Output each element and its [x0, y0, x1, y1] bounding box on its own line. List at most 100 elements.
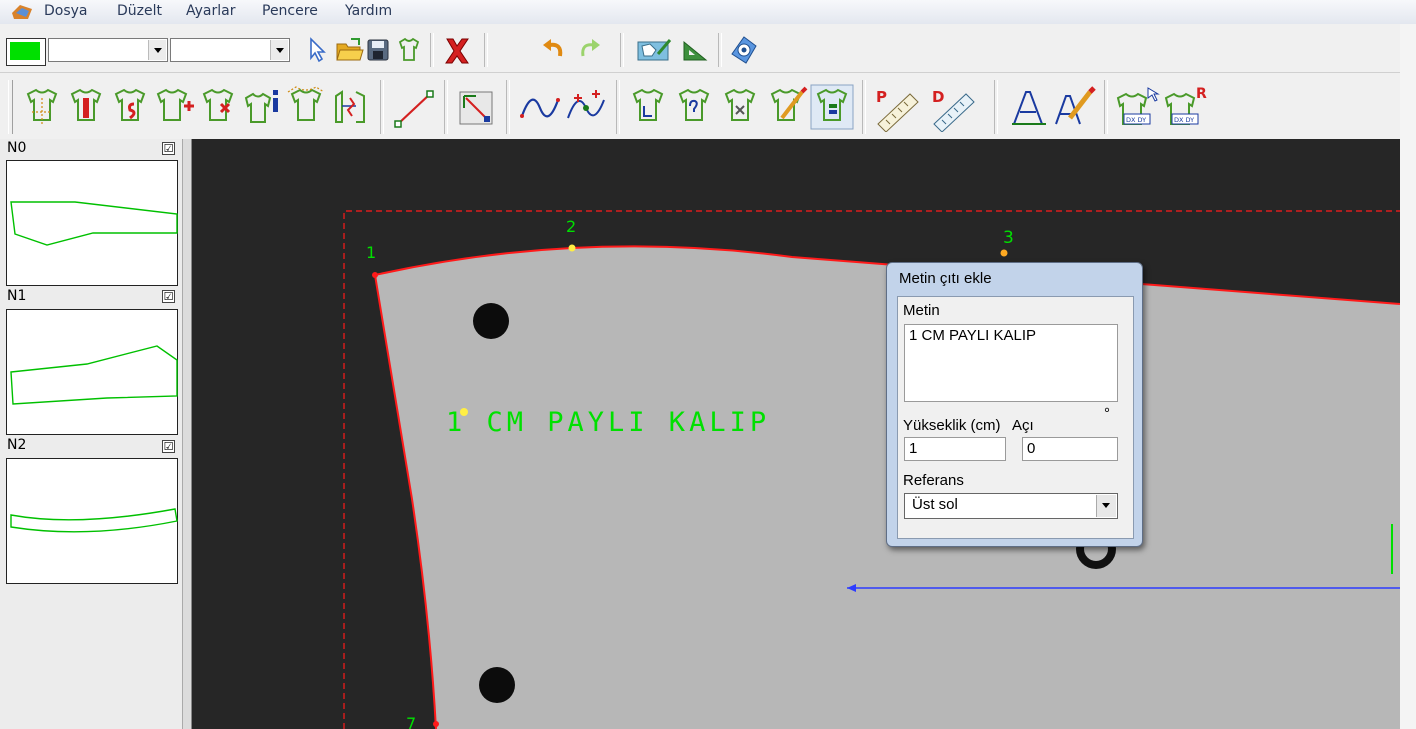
combo-box-1[interactable]: [48, 38, 168, 62]
piece-shape-n1: [10, 345, 178, 405]
piece-notch-icon[interactable]: [20, 84, 64, 130]
text-edit-icon[interactable]: [1052, 86, 1096, 130]
chevron-down-icon[interactable]: [148, 40, 166, 60]
node-checkbox-n0[interactable]: ☑: [162, 142, 175, 155]
vertex-marker: [433, 721, 439, 727]
save-disk-icon[interactable]: [365, 36, 391, 64]
piece-shape-n2: [10, 508, 178, 533]
garment-icon[interactable]: [395, 36, 423, 64]
toolbar-grip: [8, 80, 13, 134]
node-label-n0: N0: [7, 140, 27, 156]
vertex-marker: [372, 272, 378, 278]
toolbar-separator: [380, 80, 384, 134]
redo-icon[interactable]: [575, 36, 603, 64]
vertex-marker: [1000, 249, 1008, 257]
drill-hole: [479, 667, 515, 703]
piece-thumbnail-n1[interactable]: [6, 309, 178, 435]
scan-pattern-icon[interactable]: [636, 36, 676, 64]
toolbar-separator: [620, 33, 624, 67]
ruler-d-icon[interactable]: D: [928, 84, 980, 132]
curve-points-icon[interactable]: [564, 86, 608, 130]
toolbar-separator: [430, 33, 434, 67]
drill-hole: [473, 303, 509, 339]
node-checkbox-n2[interactable]: ☑: [162, 440, 175, 453]
piece-remove-icon[interactable]: [718, 84, 762, 130]
piece-info-icon[interactable]: [240, 84, 284, 130]
toolbar-separator: [616, 80, 620, 134]
ruler-p-icon[interactable]: P: [872, 84, 924, 132]
ruler-d-label: D: [932, 88, 944, 106]
aci-value: 0: [1027, 440, 1036, 457]
dxdy-r-icon[interactable]: DX DY: [1114, 84, 1160, 132]
corner-select-icon[interactable]: [456, 86, 498, 130]
point-label-2: 2: [566, 217, 576, 236]
piece-thumbnail-n2[interactable]: [6, 458, 178, 584]
toolbar-separator: [444, 80, 448, 134]
metin-label: Metin: [903, 302, 940, 319]
panel-splitter[interactable]: [182, 139, 192, 729]
drawing-canvas[interactable]: 1 2 3 7 1 CM PAYLI KALIP: [192, 139, 1400, 729]
undo-icon[interactable]: [540, 36, 568, 64]
menu-ayarlar[interactable]: Ayarlar: [186, 3, 235, 19]
add-text-dialog: Metin çıtı ekle Metin 1 CM PAYLI KALIP Y…: [886, 262, 1143, 547]
dxdy-label: DX DY: [1126, 116, 1146, 124]
piece-outline-icon[interactable]: [284, 84, 328, 130]
yukseklik-label: Yükseklik (cm): [903, 417, 1001, 434]
line-draw-icon[interactable]: [392, 86, 436, 130]
menu-pencere[interactable]: Pencere: [262, 3, 318, 19]
color-swatch[interactable]: [6, 38, 46, 66]
toolbar-separator: [484, 33, 488, 67]
select-arrow-icon[interactable]: [305, 36, 331, 64]
piece-thumbnail-n0[interactable]: [6, 160, 178, 286]
curve-icon[interactable]: [518, 86, 562, 130]
aci-label: Açı: [1012, 417, 1034, 434]
menu-dosya[interactable]: Dosya: [44, 3, 88, 19]
app-logo-icon[interactable]: [10, 3, 34, 21]
menu-yardim[interactable]: Yardım: [345, 3, 392, 19]
menu-duzelt[interactable]: Düzelt: [117, 3, 162, 19]
pattern-drawing: 1 2 3 7: [343, 210, 1400, 729]
metin-value: 1 CM PAYLI KALIP: [909, 327, 1036, 344]
toolbar-separator: [1104, 80, 1108, 134]
menu-bar: Dosya Düzelt Ayarlar Pencere Yardım: [0, 0, 1416, 24]
metin-textarea[interactable]: 1 CM PAYLI KALIP: [904, 324, 1118, 402]
referans-value: Üst sol: [912, 496, 958, 513]
node-checkbox-n1[interactable]: ☑: [162, 290, 175, 303]
dxdy-label-2: DX DY: [1174, 116, 1194, 124]
degree-symbol: °: [1104, 405, 1110, 422]
piece-grade-icon[interactable]: [626, 84, 670, 130]
color-swatch-fill: [10, 42, 40, 60]
chevron-down-icon[interactable]: [1096, 495, 1116, 517]
open-folder-icon[interactable]: [335, 36, 365, 64]
delete-x-icon[interactable]: [440, 34, 474, 68]
chevron-down-icon[interactable]: [270, 40, 288, 60]
dxdy-r-label: R: [1196, 86, 1207, 102]
text-icon[interactable]: [1006, 86, 1050, 130]
combo-box-2[interactable]: [170, 38, 290, 62]
dialog-title: Metin çıtı ekle: [899, 270, 992, 287]
piece-edit-icon[interactable]: [764, 84, 808, 130]
piece-split-icon[interactable]: [108, 84, 152, 130]
aci-input[interactable]: 0: [1022, 437, 1118, 461]
node-label-n1: N1: [7, 288, 27, 304]
piece-distance-icon[interactable]: [328, 84, 372, 130]
piece-query-icon[interactable]: [672, 84, 716, 130]
piece-delete-icon[interactable]: [196, 84, 240, 130]
toolbar-separator: [718, 33, 722, 67]
referans-label: Referans: [903, 472, 964, 489]
dialog-body: Metin 1 CM PAYLI KALIP Yükseklik (cm) Aç…: [897, 296, 1134, 539]
piece-stack-icon[interactable]: [810, 84, 854, 130]
dxdy-r2-icon[interactable]: DX DY R: [1162, 84, 1208, 132]
piece-add-icon[interactable]: [152, 84, 196, 130]
vertex-marker: [568, 244, 576, 252]
piece-shape-n0: [10, 201, 178, 246]
point-label-7: 7: [406, 714, 416, 729]
yukseklik-value: 1: [909, 440, 918, 457]
node-label-n2: N2: [7, 437, 27, 453]
help-disc-icon[interactable]: [728, 34, 760, 66]
measure-triangle-icon[interactable]: [680, 38, 710, 64]
piece-cut-icon[interactable]: [64, 84, 108, 130]
ruler-p-label: P: [876, 88, 887, 106]
yukseklik-input[interactable]: 1: [904, 437, 1006, 461]
referans-select[interactable]: Üst sol: [904, 493, 1118, 519]
